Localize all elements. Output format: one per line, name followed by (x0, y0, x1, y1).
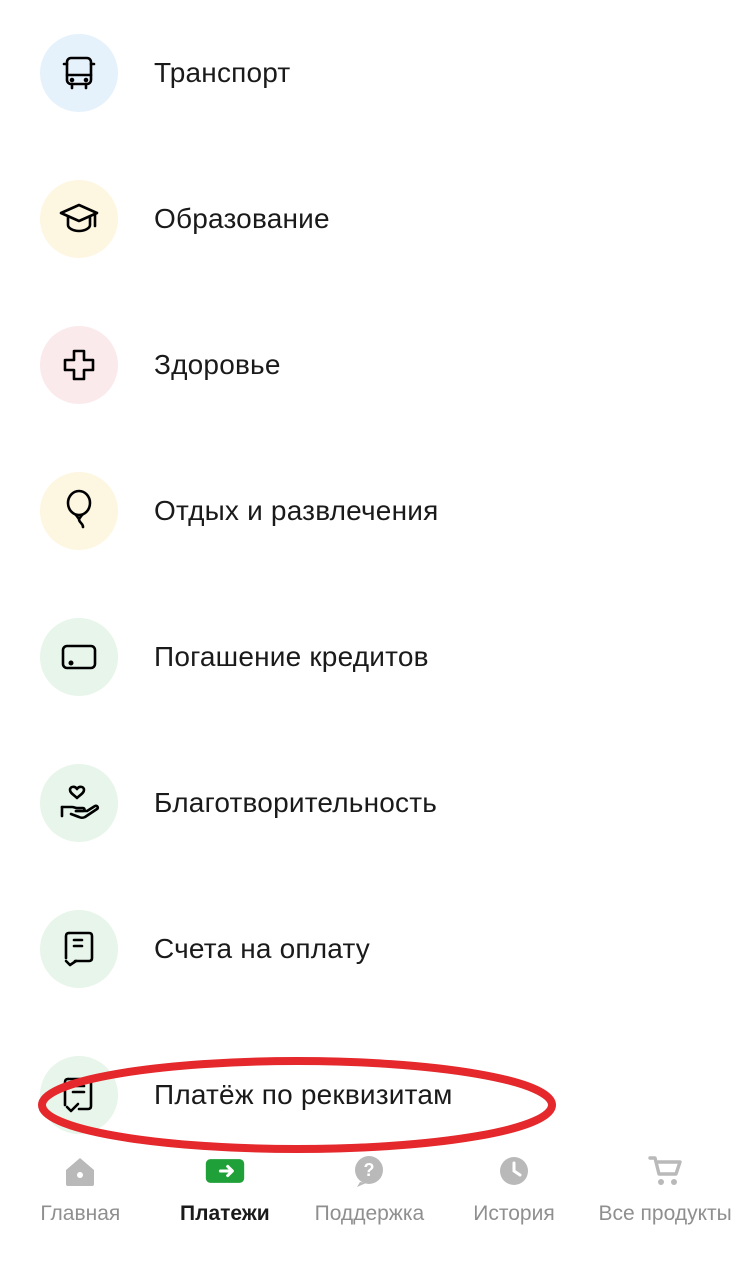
tab-home[interactable]: Главная (20, 1154, 140, 1226)
category-label: Здоровье (154, 349, 281, 381)
tab-label: Поддержка (315, 1202, 425, 1226)
support-icon: ? (348, 1154, 390, 1188)
category-item-health[interactable]: Здоровье (0, 292, 752, 438)
tab-support[interactable]: ? Поддержка (309, 1154, 429, 1226)
category-label: Отдых и развлечения (154, 495, 438, 527)
category-item-bills[interactable]: Счета на оплату (0, 876, 752, 1022)
history-icon (493, 1154, 535, 1188)
tab-label: Главная (40, 1202, 120, 1226)
category-label: Благотворительность (154, 787, 437, 819)
balloon-icon (40, 472, 118, 550)
payment-details-icon (40, 1056, 118, 1134)
category-item-pay-by-details[interactable]: Платёж по реквизитам (0, 1022, 752, 1134)
card-icon (40, 618, 118, 696)
tab-history[interactable]: История (454, 1154, 574, 1226)
tab-label: История (473, 1202, 554, 1226)
category-item-loans[interactable]: Погашение кредитов (0, 584, 752, 730)
bottom-tab-bar: Главная Платежи ? Поддержка Истор (0, 1134, 752, 1280)
charity-icon (40, 764, 118, 842)
tab-payments[interactable]: Платежи (165, 1154, 285, 1226)
category-item-leisure[interactable]: Отдых и развлечения (0, 438, 752, 584)
category-label: Транспорт (154, 57, 290, 89)
tab-label: Все продукты (599, 1202, 732, 1226)
graduation-cap-icon (40, 180, 118, 258)
svg-text:?: ? (364, 1160, 375, 1180)
invoice-icon (40, 910, 118, 988)
category-label: Платёж по реквизитам (154, 1079, 453, 1111)
category-item-transport[interactable]: Транспорт (0, 0, 752, 146)
tab-label: Платежи (180, 1202, 270, 1226)
category-label: Образование (154, 203, 330, 235)
payment-category-list: Транспорт Образование Здоровье (0, 0, 752, 1134)
category-item-charity[interactable]: Благотворительность (0, 730, 752, 876)
bus-icon (40, 34, 118, 112)
home-icon (59, 1154, 101, 1188)
tab-all-products[interactable]: Все продукты (599, 1154, 732, 1226)
category-label: Счета на оплату (154, 933, 370, 965)
health-cross-icon (40, 326, 118, 404)
category-label: Погашение кредитов (154, 641, 429, 673)
category-item-education[interactable]: Образование (0, 146, 752, 292)
payments-icon (204, 1154, 246, 1188)
cart-icon (644, 1154, 686, 1188)
